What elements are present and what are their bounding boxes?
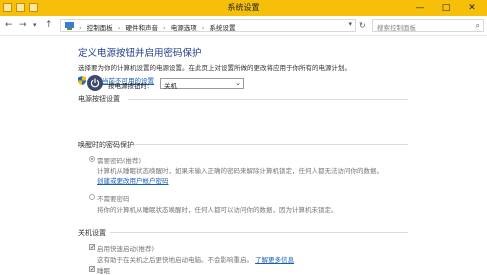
fast-startup-description: 这有助于在关机之后更快地启动电脑。不会影响重启。 了解更多信息: [97, 256, 295, 264]
breadcrumb-hardware-sound[interactable]: 硬件和声音: [125, 24, 158, 32]
forward-arrow-icon[interactable]: →: [19, 20, 27, 31]
refresh-icon[interactable]: ↻: [359, 21, 366, 30]
no-password-label[interactable]: 不需要密码: [97, 193, 130, 203]
no-password-description: 将你的计算机从睡眠状态唤醒时，任何人都可以访问你的数据，因为计算机未锁定。: [97, 206, 338, 214]
breadcrumb-power-options[interactable]: 电源选项: [171, 24, 197, 32]
section-divider: [128, 99, 408, 100]
fast-startup-checkbox[interactable]: ✓: [89, 244, 95, 251]
require-password-radio[interactable]: [89, 156, 95, 162]
breadcrumb-control-panel[interactable]: 控制面板: [87, 24, 113, 32]
main-content: 定义电源按钮并启用密码保护 选择要为你的计算机设置的电源设置。在此页上对设置所做…: [0, 36, 487, 275]
back-arrow-icon[interactable]: ←: [5, 20, 13, 31]
require-password-description: 计算机从睡眠状态唤醒时，如果未输入正确的密码来解除计算机锁定，任何人都无法访问你…: [97, 167, 383, 175]
section-divider: [134, 144, 408, 145]
maximize-button[interactable]: □: [434, 0, 458, 16]
fast-startup-label[interactable]: 启用快速启动(推荐): [97, 243, 154, 253]
power-button-field-label: 按电源按钮时:: [108, 82, 150, 90]
title-bar: 系统设置 — □ ✕: [0, 0, 487, 16]
search-input[interactable]: 搜索控制面板: [377, 22, 416, 32]
no-password-radio[interactable]: [89, 194, 95, 200]
minimize-button[interactable]: —: [408, 0, 432, 16]
power-button-action-value: 关机: [164, 82, 177, 90]
address-dropdown-icon[interactable]: ▾: [348, 20, 352, 28]
search-icon[interactable]: ⌕: [476, 21, 480, 31]
uac-shield-icon: [78, 75, 86, 85]
power-button-icon: [87, 75, 103, 91]
close-button[interactable]: ✕: [460, 0, 484, 16]
create-password-link[interactable]: 创建或更改用户帐户密码: [97, 175, 169, 185]
sleep-label[interactable]: 睡眠: [97, 265, 110, 275]
require-password-label[interactable]: 需要密码(推荐): [97, 155, 141, 165]
chevron-down-icon[interactable]: ▾: [33, 20, 37, 31]
page-title: 定义电源按钮并启用密码保护: [78, 48, 202, 59]
wake-password-section-label: 唤醒时的密码保护: [78, 141, 134, 149]
power-button-action-select[interactable]: 关机 ⌄: [160, 78, 244, 90]
navigation-bar: ← → ▾ ↑ › 控制面板 › 硬件和声音 › 电源选项 › 系统设置 ▾ ↻…: [0, 16, 487, 36]
search-box[interactable]: 搜索控制面板 ⌕: [372, 19, 484, 32]
chevron-down-icon: ⌄: [235, 79, 241, 87]
breadcrumb-system-settings[interactable]: 系统设置: [209, 24, 235, 32]
shutdown-section-label: 关机设置: [78, 229, 106, 237]
section-divider: [110, 232, 408, 233]
breadcrumb: › 控制面板 › 硬件和声音 › 电源选项 › 系统设置: [79, 24, 236, 32]
control-panel-icon: [65, 22, 74, 30]
up-arrow-icon[interactable]: ↑: [45, 20, 53, 31]
learn-more-link[interactable]: 了解更多信息: [255, 256, 294, 264]
power-button-section-label: 电源按钮设置: [78, 95, 120, 103]
page-description: 选择要为你的计算机设置的电源设置。在此页上对设置所做的更改将应用于你所有的电源计…: [78, 64, 351, 72]
address-bar[interactable]: › 控制面板 › 硬件和声音 › 电源选项 › 系统设置 ▾: [60, 19, 356, 32]
sleep-checkbox[interactable]: ✓: [89, 266, 95, 273]
